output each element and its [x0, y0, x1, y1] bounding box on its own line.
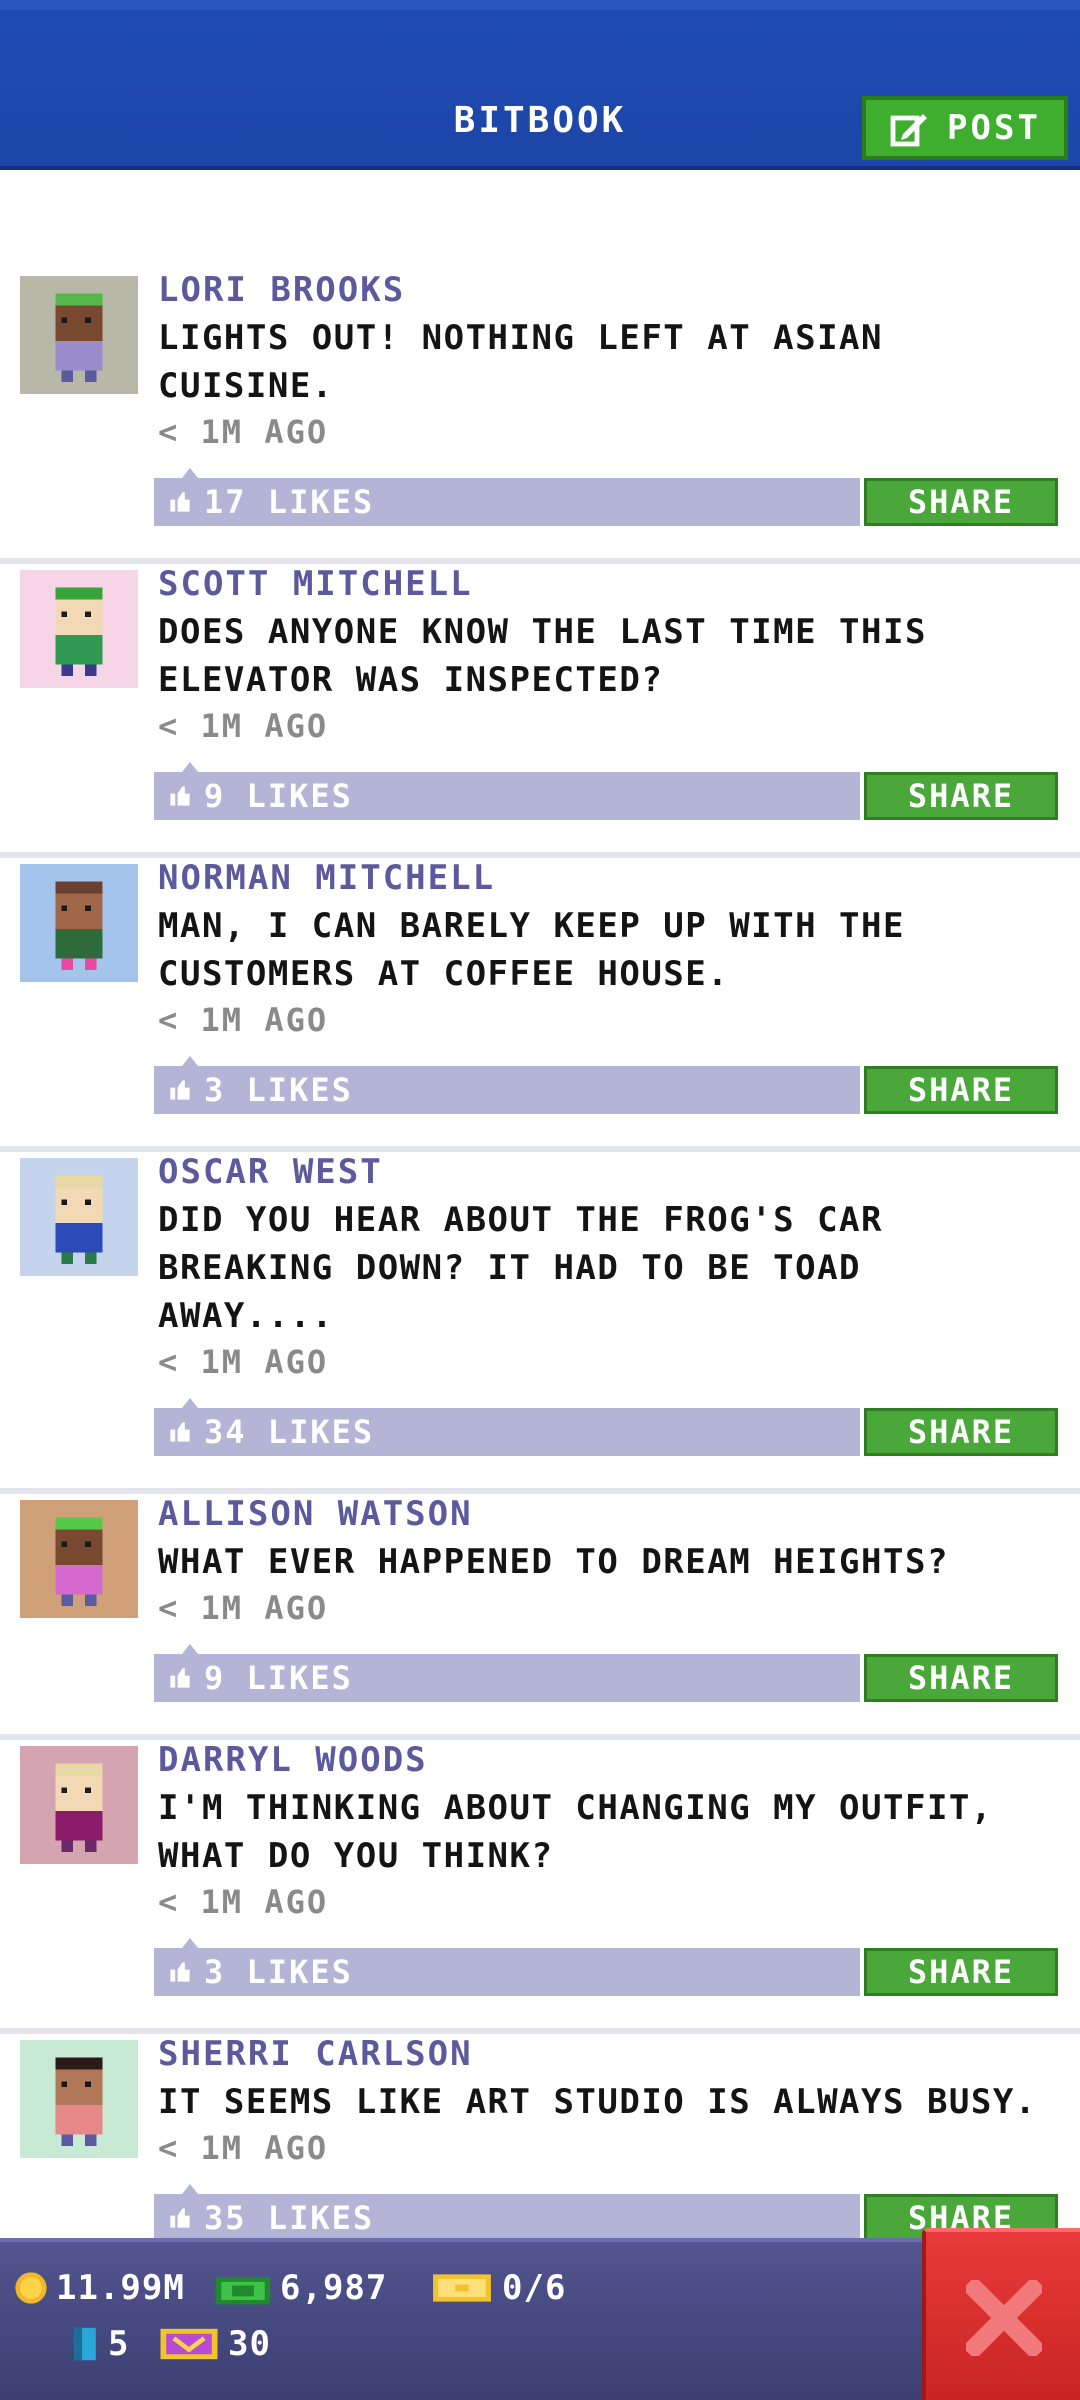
like-button[interactable]: 3 LIKES: [154, 1938, 860, 1996]
avatar[interactable]: [20, 276, 138, 394]
coins-value: 11.99M: [56, 2268, 185, 2308]
feed-post: NORMAN MITCHELL MAN, I CAN BARELY KEEP UP…: [0, 858, 1080, 1152]
likes-count: 9 LIKES: [204, 777, 353, 815]
post-button-label: POST: [947, 108, 1041, 148]
post-text: I'M THINKING ABOUT CHANGING MY OUTFIT, W…: [158, 1788, 993, 1876]
avatar[interactable]: [20, 2040, 138, 2158]
share-button[interactable]: SHARE: [864, 1066, 1058, 1114]
coin-icon: [15, 2272, 47, 2304]
bux-icon: [215, 2277, 271, 2305]
share-button[interactable]: SHARE: [864, 772, 1058, 820]
post-text: DID YOU HEAR ABOUT THE FROG'S CAR BREAKI…: [158, 1200, 884, 1336]
likes-count: 34 LIKES: [204, 1413, 375, 1451]
avatar[interactable]: [20, 570, 138, 688]
tickets-value: 0/6: [502, 2268, 567, 2308]
post-author[interactable]: NORMAN MITCHELL: [158, 858, 495, 898]
thumbs-up-icon: [170, 1080, 190, 1100]
likes-count: 3 LIKES: [204, 1071, 353, 1109]
feed-post: ALLISON WATSON WHAT EVER HAPPENED TO DREA…: [0, 1494, 1080, 1740]
like-button[interactable]: 34 LIKES: [154, 1398, 860, 1456]
keys-stat: 5: [70, 2324, 129, 2364]
thumbs-up-icon: [170, 2208, 190, 2228]
thumbs-up-icon: [170, 1668, 190, 1688]
post-author[interactable]: SCOTT MITCHELL: [158, 564, 473, 604]
post-timestamp: < 1M AGO: [158, 707, 329, 745]
avatar[interactable]: [20, 1746, 138, 1864]
post-timestamp: < 1M AGO: [158, 413, 329, 451]
post-text: DOES ANYONE KNOW THE LAST TIME THIS ELEV…: [158, 612, 927, 700]
post-text: IT SEEMS LIKE ART STUDIO IS ALWAYS BUSY.: [158, 2082, 1037, 2122]
thumbs-up-icon: [170, 492, 190, 512]
coins-stat: 11.99M: [14, 2268, 185, 2308]
vip-value: 30: [228, 2324, 271, 2364]
post-text: MAN, I CAN BARELY KEEP UP WITH THE CUSTO…: [158, 906, 905, 994]
key-icon: [74, 2327, 96, 2361]
likes-count: 9 LIKES: [204, 1659, 353, 1697]
header-bar: BITBOOK POST: [0, 0, 1080, 170]
share-button[interactable]: SHARE: [864, 1408, 1058, 1456]
share-button[interactable]: SHARE: [864, 1948, 1058, 1996]
post-timestamp: < 1M AGO: [158, 2129, 329, 2167]
feed-post: OSCAR WEST DID YOU HEAR ABOUT THE FROG'S …: [0, 1152, 1080, 1494]
likes-count: 17 LIKES: [204, 483, 375, 521]
avatar[interactable]: [20, 1500, 138, 1618]
post-text: WHAT EVER HAPPENED TO DREAM HEIGHTS?: [158, 1542, 949, 1582]
post-author[interactable]: DARRYL WOODS: [158, 1740, 428, 1780]
vip-icon: [160, 2328, 218, 2360]
feed-post: DARRYL WOODS I'M THINKING ABOUT CHANGING …: [0, 1740, 1080, 2034]
compose-icon: [890, 114, 928, 147]
like-button[interactable]: 9 LIKES: [154, 1644, 860, 1702]
close-icon: [966, 2280, 1042, 2356]
resource-bar: 11.99M 6,987 0/6 5 30: [0, 2238, 1080, 2400]
thumbs-up-icon: [170, 1422, 190, 1442]
close-button[interactable]: [922, 2228, 1080, 2400]
like-button[interactable]: 35 LIKES: [154, 2184, 860, 2242]
keys-value: 5: [108, 2324, 130, 2364]
feed-post: SCOTT MITCHELL DOES ANYONE KNOW THE LAST …: [0, 564, 1080, 858]
like-button[interactable]: 9 LIKES: [154, 762, 860, 820]
post-author[interactable]: OSCAR WEST: [158, 1152, 383, 1192]
bux-stat: 6,987: [214, 2268, 387, 2308]
avatar[interactable]: [20, 864, 138, 982]
post-timestamp: < 1M AGO: [158, 1883, 329, 1921]
share-button[interactable]: SHARE: [864, 478, 1058, 526]
post-timestamp: < 1M AGO: [158, 1343, 329, 1381]
avatar[interactable]: [20, 1158, 138, 1276]
share-button[interactable]: SHARE: [864, 1654, 1058, 1702]
likes-count: 35 LIKES: [204, 2199, 375, 2237]
post-text: LIGHTS OUT! NOTHING LEFT AT ASIAN CUISIN…: [158, 318, 884, 406]
bitbook-feed[interactable]: LORI BROOKS LIGHTS OUT! NOTHING LEFT AT A…: [0, 270, 1080, 2294]
ticket-icon: [433, 2274, 491, 2302]
post-button[interactable]: POST: [862, 96, 1068, 160]
thumbs-up-icon: [170, 1962, 190, 1982]
like-button[interactable]: 17 LIKES: [154, 468, 860, 526]
vip-stat: 30: [158, 2324, 271, 2364]
bux-value: 6,987: [280, 2268, 388, 2308]
likes-count: 3 LIKES: [204, 1953, 353, 1991]
post-author[interactable]: LORI BROOKS: [158, 270, 405, 310]
like-button[interactable]: 3 LIKES: [154, 1056, 860, 1114]
post-author[interactable]: SHERRI CARLSON: [158, 2034, 473, 2074]
tickets-stat: 0/6: [430, 2268, 566, 2308]
post-timestamp: < 1M AGO: [158, 1589, 329, 1627]
post-timestamp: < 1M AGO: [158, 1001, 329, 1039]
post-author[interactable]: ALLISON WATSON: [158, 1494, 473, 1534]
thumbs-up-icon: [170, 786, 190, 806]
feed-post: LORI BROOKS LIGHTS OUT! NOTHING LEFT AT A…: [0, 270, 1080, 564]
